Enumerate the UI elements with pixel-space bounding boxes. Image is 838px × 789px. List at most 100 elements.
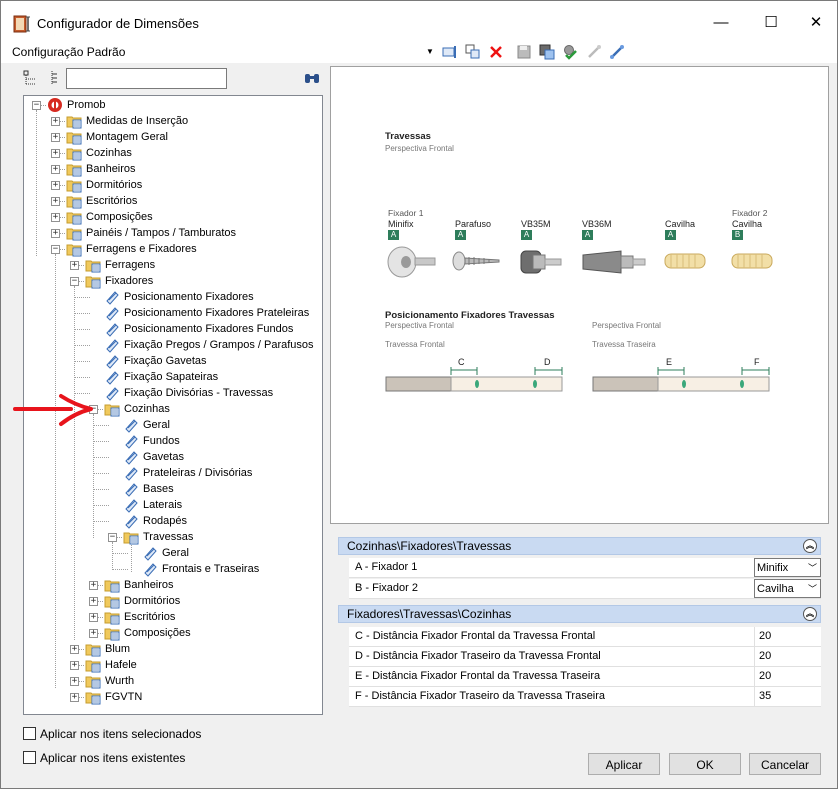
collapse-node-icon[interactable]: − xyxy=(51,245,60,254)
minimize-button[interactable]: — xyxy=(699,9,743,37)
property-row[interactable]: B - Fixador 2 Cavilha ﹀ xyxy=(349,579,821,599)
tree-node-label: Gavetas xyxy=(143,451,184,463)
preview-subtitle: Perspectiva Frontal xyxy=(385,144,454,153)
save-icon[interactable] xyxy=(515,43,533,61)
expand-node-icon[interactable]: + xyxy=(51,149,60,158)
title-bar: Configurador de Dimensões — ☐ ✕ xyxy=(1,1,837,45)
fixador1-select[interactable]: Minifix ﹀ xyxy=(754,558,821,577)
collapse-node-icon[interactable]: − xyxy=(32,101,41,110)
expand-node-icon[interactable]: + xyxy=(70,661,79,670)
tree-node-label: Posicionamento Fixadores xyxy=(124,291,254,303)
chevron-down-icon[interactable]: ﹀ xyxy=(808,559,817,578)
badge-a: A xyxy=(582,230,593,240)
apply-existing-checkbox[interactable] xyxy=(23,751,36,764)
chevron-down-icon[interactable]: ▼ xyxy=(426,47,434,56)
tree-node-label: Fixadores xyxy=(105,275,154,287)
ok-button[interactable]: OK xyxy=(669,753,741,775)
tree-node-label: Travessas xyxy=(143,531,194,543)
badge-a: A xyxy=(665,230,676,240)
window-title: Configurador de Dimensões xyxy=(37,16,199,31)
property-row[interactable]: D - Distância Fixador Traseiro da Traves… xyxy=(349,647,821,667)
maximize-button[interactable]: ☐ xyxy=(749,9,793,37)
front-rail-drawing xyxy=(385,367,563,392)
fixador2-label: Fixador 2 xyxy=(732,208,768,218)
config-select[interactable]: Configuração Padrão xyxy=(12,45,125,59)
link-icon[interactable] xyxy=(608,43,626,61)
expand-node-icon[interactable]: + xyxy=(51,213,60,222)
tree-node-label: Montagem Geral xyxy=(86,131,168,143)
tree-node-label: Dormitórios xyxy=(86,179,143,191)
tree-expand-icon[interactable] xyxy=(23,70,39,86)
expand-node-icon[interactable]: + xyxy=(51,165,60,174)
search-input[interactable] xyxy=(66,68,227,89)
expand-node-icon[interactable]: + xyxy=(89,581,98,590)
apply-selected-checkbox[interactable] xyxy=(23,727,36,740)
expand-node-icon[interactable]: + xyxy=(51,197,60,206)
fixador1-label: Fixador 1 xyxy=(388,208,424,218)
property-row[interactable]: F - Distância Fixador Traseiro da Traves… xyxy=(349,687,821,707)
collapse-icon[interactable]: ︽ xyxy=(803,539,817,553)
insert-config-icon[interactable] xyxy=(441,43,459,61)
preview-panel: Travessas Perspectiva Frontal Fixador 1 … xyxy=(330,66,829,524)
tree-node-label: Blum xyxy=(105,643,131,655)
expand-node-icon[interactable]: + xyxy=(70,677,79,686)
group-header-cozinhas-fixadores-travessas[interactable]: Cozinhas\Fixadores\Travessas ︽ xyxy=(338,537,821,555)
item-icon xyxy=(123,433,139,449)
property-value-c[interactable]: 20 xyxy=(754,627,820,646)
minifix-label: Minifix xyxy=(388,219,414,229)
item-icon xyxy=(123,449,139,465)
tree-node-label: Escritórios xyxy=(86,195,138,207)
group-header-fixadores-travessas-cozinhas[interactable]: Fixadores\Travessas\Cozinhas ︽ xyxy=(338,605,821,623)
collapse-node-icon[interactable]: − xyxy=(70,277,79,286)
expand-node-icon[interactable]: + xyxy=(89,629,98,638)
tree-connector xyxy=(93,441,109,442)
copy-config-icon[interactable] xyxy=(464,43,482,61)
badge-b: B xyxy=(732,230,743,240)
tree-node-label: Bases xyxy=(143,483,174,495)
cancel-button[interactable]: Cancelar xyxy=(749,753,821,775)
tree-node-label: Dormitórios xyxy=(124,595,181,607)
folder-icon xyxy=(104,609,120,625)
positioning-subtitle: Perspectiva Frontal xyxy=(385,321,454,330)
expand-node-icon[interactable]: + xyxy=(89,613,98,622)
property-row[interactable]: E - Distância Fixador Frontal da Travess… xyxy=(349,667,821,687)
item-icon xyxy=(123,465,139,481)
property-value-e[interactable]: 20 xyxy=(754,667,820,686)
minifix-icon xyxy=(387,246,436,278)
settings-check-icon[interactable] xyxy=(561,43,579,61)
expand-node-icon[interactable]: + xyxy=(51,229,60,238)
vb36m-label: VB36M xyxy=(582,219,612,229)
expand-node-icon[interactable]: + xyxy=(51,181,60,190)
apply-button[interactable]: Aplicar xyxy=(588,753,660,775)
property-name: D - Distância Fixador Traseiro da Traves… xyxy=(355,650,601,662)
expand-node-icon[interactable]: + xyxy=(51,117,60,126)
tree-collapse-icon[interactable] xyxy=(45,70,61,86)
close-button[interactable]: ✕ xyxy=(794,9,837,37)
binoculars-icon[interactable] xyxy=(304,70,320,86)
expand-node-icon[interactable]: + xyxy=(51,133,60,142)
item-icon xyxy=(142,561,158,577)
property-row[interactable]: A - Fixador 1 Minifix ﹀ xyxy=(349,558,821,578)
item-icon xyxy=(104,385,120,401)
folder-icon xyxy=(66,113,82,129)
property-row[interactable]: C - Distância Fixador Frontal da Travess… xyxy=(349,627,821,647)
property-value-d[interactable]: 20 xyxy=(754,647,820,666)
delete-icon[interactable] xyxy=(487,43,505,61)
fixador2-select[interactable]: Cavilha ﹀ xyxy=(754,579,821,598)
expand-node-icon[interactable]: + xyxy=(70,693,79,702)
collapse-node-icon[interactable]: − xyxy=(108,533,117,542)
folder-icon xyxy=(66,193,82,209)
vb36m-icon xyxy=(582,250,646,274)
expand-node-icon[interactable]: + xyxy=(89,597,98,606)
tree-connector xyxy=(93,457,109,458)
expand-node-icon[interactable]: + xyxy=(70,645,79,654)
property-value-f[interactable]: 35 xyxy=(754,687,820,706)
chevron-down-icon[interactable]: ﹀ xyxy=(808,580,817,599)
collapse-icon[interactable]: ︽ xyxy=(803,607,817,621)
tree-node-label: Laterais xyxy=(143,499,183,511)
expand-node-icon[interactable]: + xyxy=(70,261,79,270)
save-as-icon[interactable] xyxy=(538,43,556,61)
tree-node-label: Prateleiras / Divisórias xyxy=(143,467,253,479)
vb35m-icon xyxy=(520,250,562,274)
link-disabled-icon[interactable] xyxy=(585,43,603,61)
